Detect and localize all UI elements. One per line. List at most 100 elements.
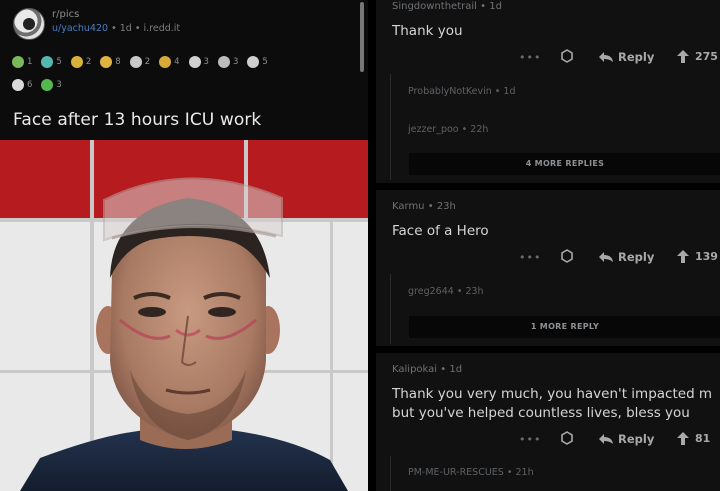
meta-separator: • <box>480 1 487 12</box>
award-count: 5 <box>56 57 62 67</box>
reply-button[interactable]: Reply <box>618 50 654 64</box>
comment-author[interactable]: Singdownthetrail <box>392 1 477 12</box>
subreddit-name[interactable]: r/pics <box>52 9 79 20</box>
award-icon <box>70 56 83 68</box>
award-chip[interactable]: 5 <box>41 56 62 68</box>
award-count: 6 <box>27 80 33 90</box>
reply-icon[interactable] <box>598 251 614 263</box>
award-icon <box>247 56 260 68</box>
award-icon <box>100 56 113 68</box>
award-chip[interactable]: 2 <box>70 56 92 68</box>
post-image[interactable] <box>0 140 368 491</box>
reply-age: 1d <box>503 86 516 97</box>
award-icon <box>217 56 230 68</box>
award-count: 3 <box>56 80 62 90</box>
portrait-illustration <box>20 177 348 491</box>
award-chip[interactable]: 8 <box>100 56 121 68</box>
meta-separator: • <box>440 364 447 375</box>
upvote-icon[interactable] <box>677 250 689 263</box>
reply-thread: PM-ME-UR-RESCUES • 21h <box>390 456 720 491</box>
reply-meta[interactable]: jezzer_poo • 22h <box>408 124 488 135</box>
reply-meta[interactable]: ProbablyNotKevin • 1d <box>408 86 516 97</box>
reply-icon[interactable] <box>598 433 614 445</box>
comment-author[interactable]: Karmu <box>392 201 425 212</box>
reply-icon[interactable] <box>598 51 614 63</box>
vote-count: 81 <box>695 432 711 445</box>
comment-meta: Karmu • 23h <box>392 201 456 212</box>
award-icon <box>159 56 172 68</box>
comment-separator <box>376 183 720 190</box>
meta-separator: • <box>456 286 463 297</box>
comment-body: Face of a Hero <box>392 223 489 239</box>
award-icon <box>12 56 24 68</box>
award-chip[interactable]: 3 <box>217 56 239 68</box>
awards-row[interactable]: 1 5 2 8 2 4 3 3 5 <box>12 56 268 68</box>
awards-row[interactable]: 63 <box>12 79 62 91</box>
more-replies-button[interactable]: 4 MORE REPLIES <box>409 153 720 175</box>
award-icon <box>129 56 142 68</box>
award-outline-icon[interactable] <box>560 431 574 445</box>
upvote-icon[interactable] <box>677 432 689 445</box>
reply-author[interactable]: greg2644 <box>408 286 454 297</box>
post-panel: r/pics u/yachu420 • 1d • i.redd.it 1 5 2 8 2… <box>0 0 368 491</box>
comment-body-line: Thank you very much, you haven't impacte… <box>392 386 713 402</box>
post-domain[interactable]: i.redd.it <box>144 23 181 34</box>
award-count: 8 <box>115 57 121 67</box>
reply-author[interactable]: jezzer_poo <box>408 124 459 135</box>
award-count: 3 <box>232 57 239 67</box>
award-chip[interactable]: 3 <box>188 56 209 68</box>
author-link[interactable]: u/yachu420 <box>52 23 108 34</box>
reply-meta[interactable]: PM-ME-UR-RESCUES • 21h <box>408 467 534 478</box>
comments-panel: Singdownthetrail • 1d Thank you ••• Repl… <box>376 0 720 491</box>
post-age: 1d <box>119 23 132 34</box>
award-count: 3 <box>203 57 209 67</box>
reply-meta[interactable]: greg2644 • 23h <box>408 286 484 297</box>
award-icon <box>12 79 24 91</box>
reply-thread: ProbablyNotKevin • 1d jezzer_poo • 22h 4… <box>390 74 720 180</box>
scrollbar[interactable] <box>360 2 364 72</box>
award-icon <box>188 56 201 68</box>
comment-meta: Kalipokai • 1d <box>392 364 462 375</box>
award-outline-icon[interactable] <box>560 49 574 63</box>
meta-separator: • <box>111 23 117 34</box>
award-count: 4 <box>174 57 180 67</box>
award-count: 2 <box>85 57 92 67</box>
award-chip[interactable]: 3 <box>41 79 62 91</box>
reply-button[interactable]: Reply <box>618 432 654 446</box>
meta-separator: • <box>134 23 141 34</box>
award-count: 1 <box>27 57 33 67</box>
award-chip[interactable]: 1 <box>12 56 32 68</box>
comment-body: Thank you <box>392 23 463 39</box>
comment-author[interactable]: Kalipokai <box>392 364 437 375</box>
comment-age: 23h <box>436 201 456 212</box>
award-chip[interactable]: 6 <box>12 79 32 91</box>
award-count: 5 <box>262 57 268 67</box>
award-count: 2 <box>144 57 151 67</box>
reply-author[interactable]: PM-ME-UR-RESCUES <box>408 467 504 478</box>
panel-divider <box>368 0 376 491</box>
comment-meta: Singdownthetrail • 1d <box>392 1 502 12</box>
more-replies-button[interactable]: 1 MORE REPLY <box>409 316 720 338</box>
reply-age: 21h <box>515 467 534 478</box>
award-icon <box>41 79 54 91</box>
award-outline-icon[interactable] <box>560 249 574 263</box>
award-chip[interactable]: 5 <box>247 56 268 68</box>
reply-button[interactable]: Reply <box>618 250 654 264</box>
comment-separator <box>376 346 720 353</box>
award-chip[interactable]: 4 <box>159 56 180 68</box>
upvote-icon[interactable] <box>677 50 689 63</box>
post-title[interactable]: Face after 13 hours ICU work <box>13 110 261 130</box>
more-options-icon[interactable]: ••• <box>519 51 541 64</box>
more-options-icon[interactable]: ••• <box>519 251 541 264</box>
reply-author[interactable]: ProbablyNotKevin <box>408 86 492 97</box>
award-chip[interactable]: 2 <box>129 56 151 68</box>
comment-body-line: but you've helped countless lives, bless… <box>392 405 690 421</box>
reply-age: 22h <box>470 124 489 135</box>
vote-count: 139 <box>695 250 718 263</box>
subreddit-avatar[interactable] <box>13 8 45 40</box>
post-meta: u/yachu420 • 1d • i.redd.it <box>52 23 180 34</box>
vote-count: 275 <box>695 50 718 63</box>
meta-separator: • <box>494 86 501 97</box>
meta-separator: • <box>461 124 468 135</box>
more-options-icon[interactable]: ••• <box>519 433 541 446</box>
